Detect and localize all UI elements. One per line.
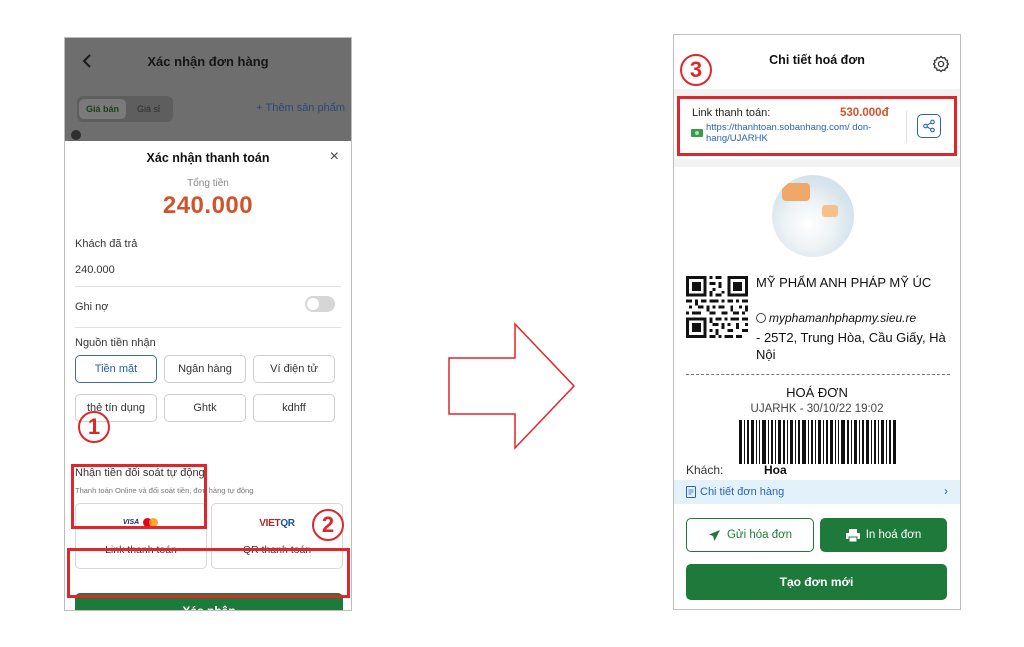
step-1-marker: 1 <box>78 411 110 443</box>
invoice-title: HOÁ ĐƠN <box>786 385 848 400</box>
printer-icon <box>845 528 860 542</box>
shop-logo-image <box>772 175 854 257</box>
invoice-detail-title: Chi tiết hoá đơn <box>769 53 865 67</box>
divider <box>75 327 341 328</box>
total-label: Tổng tiền <box>187 178 229 189</box>
send-invoice-label: Gửi hóa đơn <box>726 529 793 541</box>
step-3-marker: 3 <box>680 54 712 86</box>
qr-code-icon <box>686 276 748 338</box>
customer-label: Khách: <box>686 463 724 477</box>
order-header: Xác nhận đơn hàng <box>65 46 351 76</box>
document-icon <box>686 486 696 498</box>
dimmed-order-screen: Xác nhận đơn hàng Giá bán Giá sỉ + Thêm … <box>65 38 351 141</box>
source-kdhff[interactable]: kdhff <box>253 394 335 422</box>
print-invoice-label: In hoá đơn <box>865 529 922 541</box>
add-product-link[interactable]: + Thêm sản phẩm <box>256 102 345 114</box>
paid-label: Khách đã trả <box>75 238 138 250</box>
chevron-right-icon: › <box>944 484 948 498</box>
tab-retail-price[interactable]: Giá bán <box>79 99 127 119</box>
item-avatar <box>71 130 81 140</box>
highlight-payment-link-card <box>677 96 957 156</box>
source-label: Nguồn tiền nhận <box>75 337 156 349</box>
total-value: 240.000 <box>162 192 254 219</box>
close-icon[interactable]: × <box>330 148 339 166</box>
shop-address: - 25T2, Trung Hòa, Cầu Giấy, Hà Nội <box>756 330 946 362</box>
paid-amount-input[interactable]: 240.000 <box>75 264 115 276</box>
source-ghtk[interactable]: Ghtk <box>164 394 246 422</box>
highlight-payment-link <box>71 464 207 529</box>
order-title: Xác nhận đơn hàng <box>147 53 269 69</box>
send-invoice-button[interactable]: Gửi hóa đơn <box>686 518 814 552</box>
tab-wholesale-price[interactable]: Giá sỉ <box>130 99 167 119</box>
source-cash[interactable]: Tiền mặt <box>75 355 157 383</box>
print-invoice-button[interactable]: In hoá đơn <box>820 518 947 552</box>
shop-name: MỸ PHẨM ANH PHÁP MỸ ÚC <box>756 275 932 290</box>
divider <box>75 286 341 287</box>
globe-icon <box>756 313 766 323</box>
back-arrow-icon[interactable] <box>79 51 95 71</box>
toggle-knob <box>307 298 319 310</box>
highlight-confirm-button <box>67 548 350 598</box>
customer-name: Hoa <box>764 463 787 477</box>
price-tabs: Giá bán Giá sỉ <box>77 96 173 122</box>
shop-website: myphamanhphapmy.sieu.re <box>756 311 956 325</box>
section-separator <box>674 159 960 167</box>
dashed-divider <box>686 374 950 375</box>
step-2-marker: 2 <box>312 509 344 541</box>
gear-icon[interactable] <box>932 55 950 73</box>
right-arrow-icon <box>448 322 576 450</box>
invoice-code: UJARHK - 30/10/22 19:02 <box>750 403 884 415</box>
order-detail-row[interactable]: Chi tiết đơn hàng › <box>674 480 960 504</box>
new-order-button[interactable]: Tạo đơn mới <box>686 564 947 600</box>
debt-label: Ghi nợ <box>75 301 109 313</box>
source-bank[interactable]: Ngân hàng <box>164 355 246 383</box>
send-icon <box>708 529 720 541</box>
order-detail-label: Chi tiết đơn hàng <box>700 486 785 498</box>
barcode-icon <box>739 420 896 464</box>
debt-toggle[interactable] <box>305 296 335 312</box>
sheet-title: Xác nhận thanh toán <box>146 151 270 165</box>
source-ewallet[interactable]: Ví điện tử <box>253 355 335 383</box>
payment-confirm-sheet: Xác nhận thanh toán × Tổng tiền 240.000 … <box>65 141 351 610</box>
